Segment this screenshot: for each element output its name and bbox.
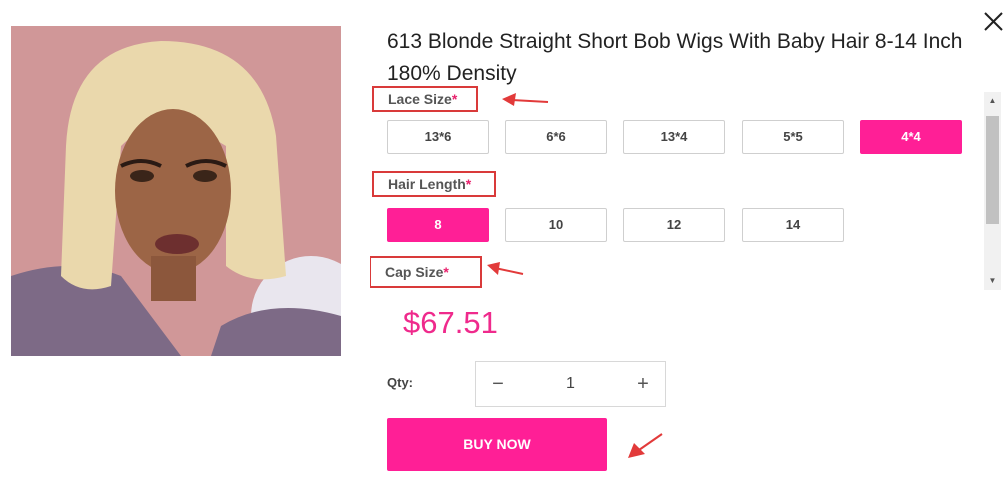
cap-size-label: Cap Size* bbox=[370, 256, 482, 288]
lace-size-option[interactable]: 13*6 bbox=[387, 120, 489, 154]
required-mark: * bbox=[465, 176, 472, 192]
cap-size-label-text: Cap Size bbox=[385, 264, 444, 280]
annotation-arrow-icon bbox=[628, 433, 663, 458]
lace-size-label: Lace Size* bbox=[372, 86, 478, 112]
buy-now-button[interactable]: BUY NOW bbox=[387, 418, 607, 471]
hair-length-option[interactable]: 14 bbox=[742, 208, 844, 242]
lace-size-option-selected[interactable]: 4*4 bbox=[860, 120, 962, 154]
annotation-arrow-icon bbox=[487, 262, 524, 275]
annotation-arrow-icon bbox=[502, 93, 549, 106]
hair-length-label: Hair Length* bbox=[372, 171, 496, 197]
minus-icon[interactable]: − bbox=[476, 362, 520, 406]
quantity-stepper: − 1 + bbox=[475, 361, 666, 407]
scroll-up-arrow-icon[interactable]: ▲ bbox=[984, 94, 1001, 108]
plus-icon[interactable]: + bbox=[621, 362, 665, 406]
lace-size-label-text: Lace Size bbox=[388, 91, 452, 107]
hair-length-label-text: Hair Length bbox=[388, 176, 466, 192]
quantity-value[interactable]: 1 bbox=[520, 362, 621, 406]
hair-length-option[interactable]: 10 bbox=[505, 208, 607, 242]
lace-size-option[interactable]: 13*4 bbox=[623, 120, 725, 154]
required-mark: * bbox=[443, 264, 449, 280]
options-scrollbar[interactable]: ▲ ▼ bbox=[984, 92, 1001, 290]
lace-size-option[interactable]: 5*5 bbox=[742, 120, 844, 154]
qty-label: Qty: bbox=[387, 375, 413, 390]
lace-size-option[interactable]: 6*6 bbox=[505, 120, 607, 154]
hair-length-option[interactable]: 12 bbox=[623, 208, 725, 242]
product-image bbox=[11, 26, 341, 356]
hair-length-option-selected[interactable]: 8 bbox=[387, 208, 489, 242]
scrollbar-thumb[interactable] bbox=[986, 116, 999, 224]
product-title: 613 Blonde Straight Short Bob Wigs With … bbox=[387, 30, 963, 85]
options-panel[interactable]: Lace Size* 13*6 6*6 13*4 5*5 4*4 Hair Le… bbox=[370, 86, 984, 290]
product-price: $67.51 bbox=[403, 305, 498, 340]
scroll-down-arrow-icon[interactable]: ▼ bbox=[984, 274, 1001, 288]
required-mark: * bbox=[451, 91, 458, 107]
